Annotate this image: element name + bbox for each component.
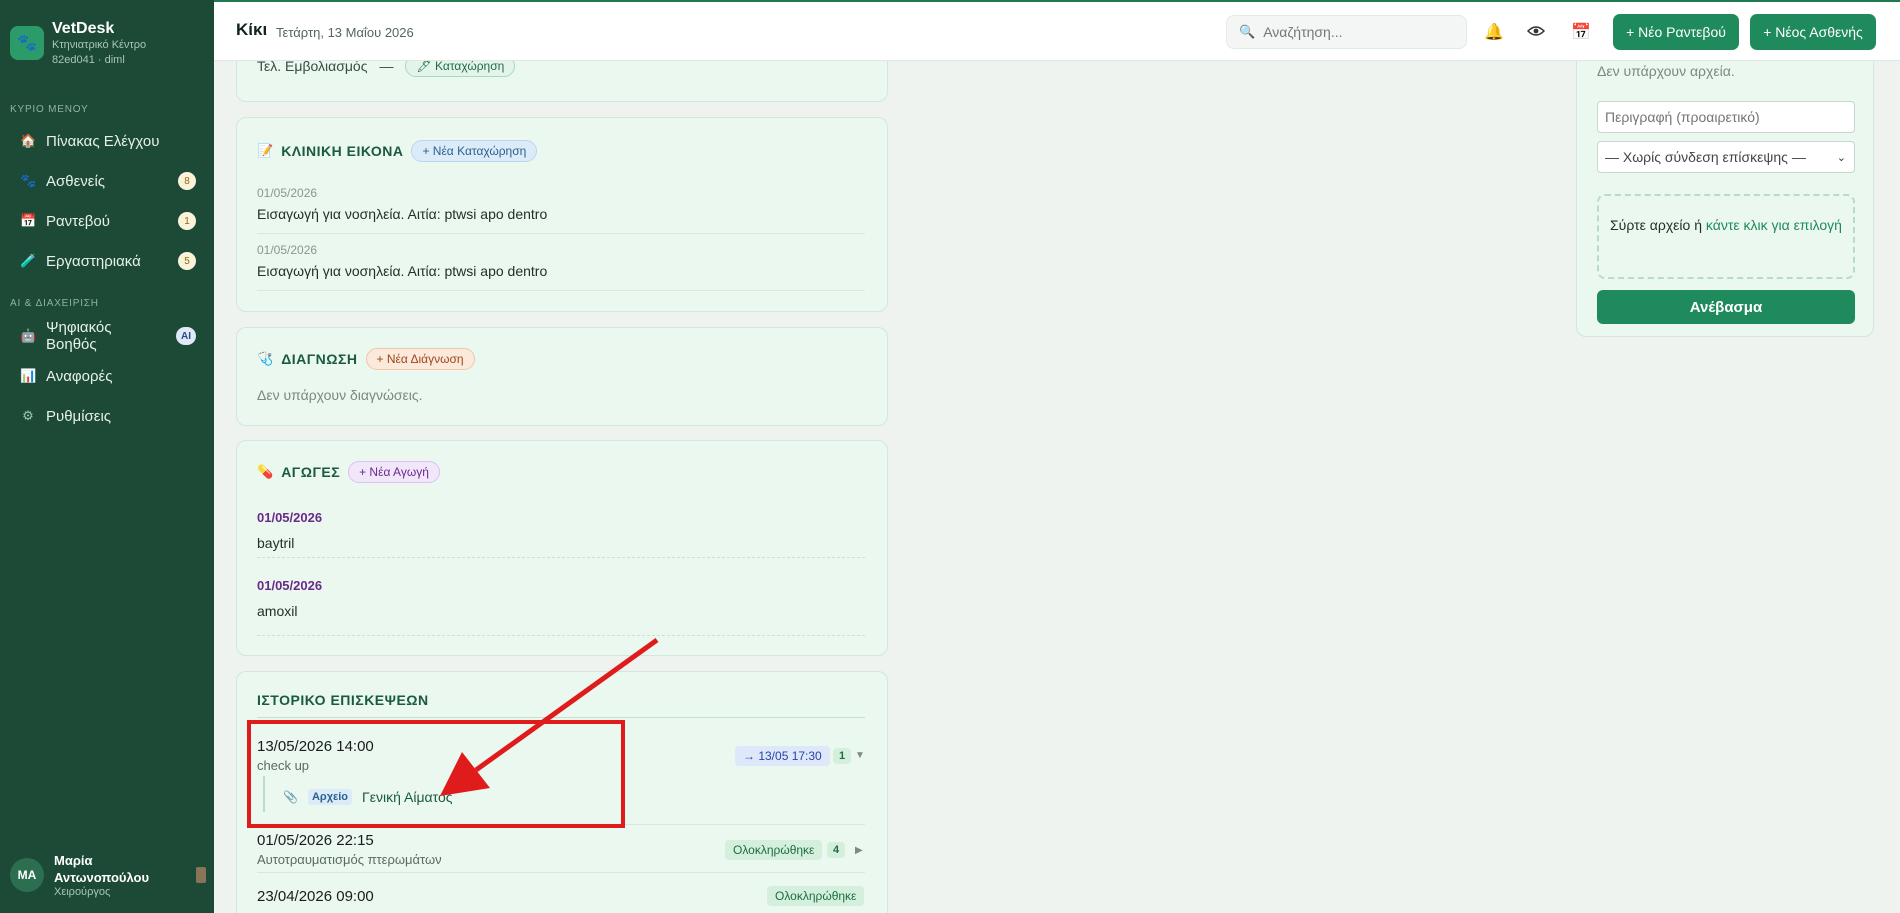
- page-title-overlay: Κίκι: [236, 20, 268, 39]
- search-icon: 🔍: [1239, 24, 1256, 39]
- calendar-icon[interactable]: 📅: [1571, 22, 1591, 42]
- annotation-arrow: [440, 637, 659, 796]
- new-patient-button[interactable]: + Νέος Ασθενής: [1750, 14, 1876, 50]
- page-date-overlay: Τετάρτη, 13 Μαΐου 2026: [276, 25, 414, 40]
- bell-icon[interactable]: 🔔: [1484, 22, 1504, 42]
- search-box-overlay[interactable]: 🔍: [1226, 15, 1467, 49]
- search-input[interactable]: [1263, 24, 1454, 40]
- new-appointment-button[interactable]: + Νέο Ραντεβού: [1613, 14, 1739, 50]
- eye-icon[interactable]: [1526, 24, 1546, 42]
- app-root: 🐾 VetDesk Κτηνιατρικό Κέντρο 82ed041 · d…: [0, 0, 1900, 913]
